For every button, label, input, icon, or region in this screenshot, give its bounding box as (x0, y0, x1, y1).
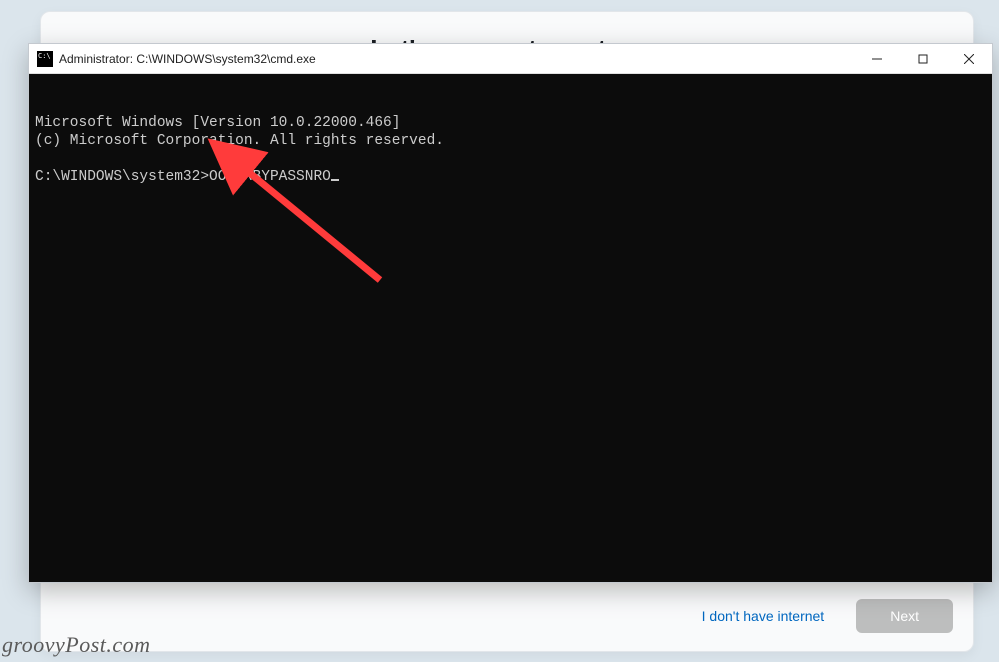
maximize-button[interactable] (900, 44, 946, 73)
close-button[interactable] (946, 44, 992, 73)
no-internet-link[interactable]: I don't have internet (690, 600, 837, 632)
minimize-icon (872, 54, 882, 64)
minimize-button[interactable] (854, 44, 900, 73)
window-title: Administrator: C:\WINDOWS\system32\cmd.e… (59, 52, 854, 66)
terminal-prompt-line: C:\WINDOWS\system32>OOBE\BYPASSNRO (35, 168, 986, 186)
terminal-cursor (331, 179, 339, 181)
cmd-window: Administrator: C:\WINDOWS\system32\cmd.e… (28, 43, 993, 583)
maximize-icon (918, 54, 928, 64)
close-icon (964, 54, 974, 64)
window-controls (854, 44, 992, 73)
oobe-footer: I don't have internet Next (690, 599, 953, 633)
terminal-blank-line (35, 150, 986, 168)
terminal-body[interactable]: Microsoft Windows [Version 10.0.22000.46… (29, 74, 992, 582)
watermark: groovyPost.com (2, 632, 151, 658)
titlebar[interactable]: Administrator: C:\WINDOWS\system32\cmd.e… (29, 44, 992, 74)
next-button[interactable]: Next (856, 599, 953, 633)
cmd-icon (37, 51, 53, 67)
terminal-line: (c) Microsoft Corporation. All rights re… (35, 132, 986, 150)
terminal-prompt: C:\WINDOWS\system32> (35, 169, 209, 185)
terminal-command: OOBE\BYPASSNRO (209, 169, 331, 185)
terminal-line: Microsoft Windows [Version 10.0.22000.46… (35, 114, 986, 132)
